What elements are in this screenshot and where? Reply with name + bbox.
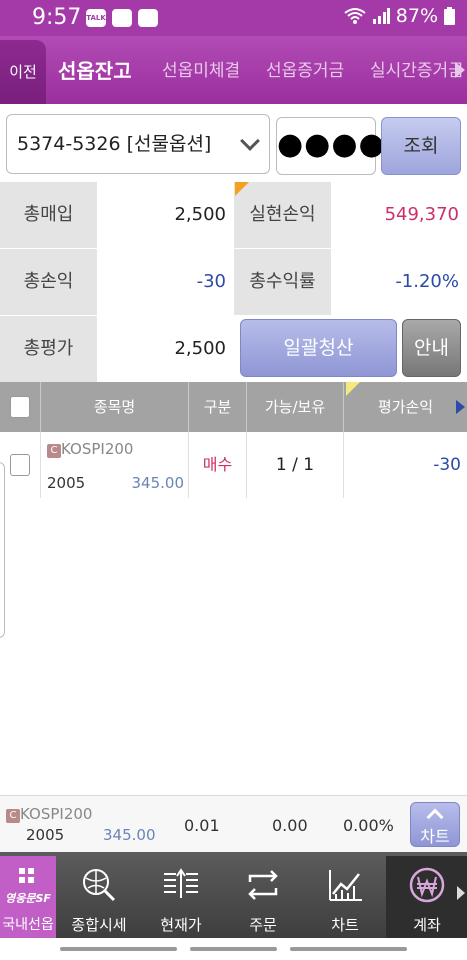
status-bar: 9:57 TALK 87% [0, 0, 467, 36]
total-eval-value: 2,500 [97, 316, 234, 382]
total-return-value: -1.20% [331, 249, 467, 315]
row-symbol-cell[interactable]: C KOSPI200 2005 345.00 [41, 432, 189, 498]
tab-realtime-margin[interactable]: 실시간증거금 [370, 36, 464, 104]
nav-chart[interactable]: 차트 [304, 856, 386, 938]
row-available-held: 1 / 1 [247, 432, 344, 498]
nav-current-price[interactable]: 현재가 [140, 856, 222, 938]
system-home-gesture[interactable] [190, 947, 277, 951]
won-icon [409, 867, 445, 903]
table-header: 종목명 구분 가능/보유 평가손익 [0, 382, 467, 432]
tab-margin[interactable]: 선옵증거금 [266, 36, 344, 104]
row-symbol: C KOSPI200 [47, 440, 133, 458]
realized-pl-flag-icon [235, 182, 249, 196]
header-side[interactable]: 구분 [189, 382, 247, 432]
grid-icon [19, 868, 35, 884]
quote-symbol-name: KOSPI200 [20, 805, 93, 823]
quote-call-badge: C [6, 809, 20, 823]
header-available-held[interactable]: 가능/보유 [247, 382, 344, 432]
message-notification-icon [112, 9, 132, 27]
select-all-checkbox[interactable] [10, 396, 30, 418]
tab-unfilled[interactable]: 선옵미체결 [162, 36, 240, 104]
nav-label: 계좌 [413, 916, 441, 934]
total-pl-value: -30 [97, 249, 234, 315]
globe-search-icon [83, 869, 116, 902]
nav-domestic-futures[interactable]: 영웅문SF 국내선옵 [0, 856, 56, 938]
info-button[interactable]: 안내 [402, 319, 461, 377]
total-purchase-label: 총매입 [0, 182, 97, 248]
system-icons: 87% [344, 5, 455, 27]
nav-label: 국내선옵 [2, 917, 54, 933]
account-row: 5374-5326 [선물옵션] ●●●● 조회 [0, 104, 467, 182]
query-button[interactable]: 조회 [381, 117, 461, 175]
battery-percent: 87% [395, 5, 438, 27]
password-field[interactable]: ●●●● [276, 117, 385, 175]
notification-icons: TALK [86, 9, 158, 27]
system-recents-gesture[interactable] [290, 947, 407, 951]
summary-grid: 총매입 2,500 실현손익 549,370 총손익 -30 총수익률 -1.2… [0, 182, 467, 382]
nav-scroll-right-icon[interactable] [457, 886, 465, 900]
status-time: 9:57 [32, 5, 82, 30]
line-chart-icon [329, 870, 362, 901]
row-checkbox-cell [0, 432, 41, 498]
app-notification-icon [138, 9, 158, 27]
nav-label: 종합시세 [71, 916, 127, 934]
nav-label: 주문 [249, 916, 277, 934]
system-back-gesture[interactable] [60, 947, 177, 951]
wifi-icon [344, 8, 366, 24]
row-eval-pl: -30 [433, 455, 461, 475]
battery-icon [444, 7, 455, 25]
tab-bar: 이전 선옵잔고 선옵미체결 선옵증거금 실시간증거금 [0, 36, 467, 104]
header-scroll-right-icon[interactable] [456, 400, 465, 414]
row-code: 2005 [47, 474, 86, 492]
tab-scroll-right-icon[interactable] [455, 62, 465, 78]
liquidate-all-button[interactable]: 일괄청산 [240, 319, 397, 377]
quote-symbol: C KOSPI200 [6, 805, 92, 823]
header-flag-icon [346, 382, 360, 396]
chart-button-label: 차트 [420, 827, 450, 846]
nav-label: 차트 [331, 916, 359, 934]
header-eval-pl[interactable]: 평가손익 [344, 382, 467, 432]
chart-button[interactable]: 차트 [410, 802, 460, 847]
quote-value-1: 0.01 [184, 816, 220, 835]
total-return-label: 총수익률 [234, 249, 331, 315]
account-select-value: 5374-5326 [선물옵션] [17, 133, 212, 155]
price-bars-icon [164, 868, 198, 898]
quote-value-2: 0.00 [272, 816, 308, 835]
exchange-arrows-icon [248, 870, 278, 900]
row-symbol-name: KOSPI200 [61, 440, 134, 458]
quote-code: 2005 [26, 826, 65, 844]
quote-value-3: 0.00% [343, 816, 394, 835]
app-logo: 영웅문SF [5, 892, 51, 905]
side-drawer-handle[interactable] [0, 462, 5, 638]
chevron-down-icon [240, 131, 260, 151]
nav-order[interactable]: 주문 [222, 856, 304, 938]
nav-label: 현재가 [160, 916, 202, 934]
talk-notification-icon: TALK [86, 9, 106, 27]
realized-pl-value: 549,370 [331, 182, 467, 248]
nav-account[interactable]: 계좌 [386, 856, 467, 938]
account-select[interactable]: 5374-5326 [선물옵션] [6, 114, 270, 174]
signal-icon [372, 8, 390, 24]
call-badge: C [47, 444, 61, 458]
quote-price: 345.00 [103, 826, 156, 844]
back-button[interactable]: 이전 [0, 40, 46, 104]
table-row[interactable]: C KOSPI200 2005 345.00 매수 1 / 1 -30 [0, 432, 467, 498]
bottom-nav: 영웅문SF 국내선옵 종합시세 현재가 주문 차트 계좌 [0, 852, 467, 938]
row-price: 345.00 [131, 474, 185, 492]
header-symbol[interactable]: 종목명 [41, 382, 189, 432]
system-navigation-bar [0, 938, 467, 960]
row-checkbox[interactable] [10, 454, 30, 476]
header-checkbox-cell [0, 382, 41, 432]
total-pl-label: 총손익 [0, 249, 97, 315]
tab-balance[interactable]: 선옵잔고 [58, 36, 132, 104]
nav-market-overview[interactable]: 종합시세 [58, 856, 140, 938]
row-side: 매수 [189, 432, 247, 498]
total-purchase-value: 2,500 [97, 182, 234, 248]
total-eval-label: 총평가 [0, 316, 97, 382]
quote-bar: C KOSPI200 2005 345.00 0.01 0.00 0.00% 차트 [0, 795, 467, 852]
